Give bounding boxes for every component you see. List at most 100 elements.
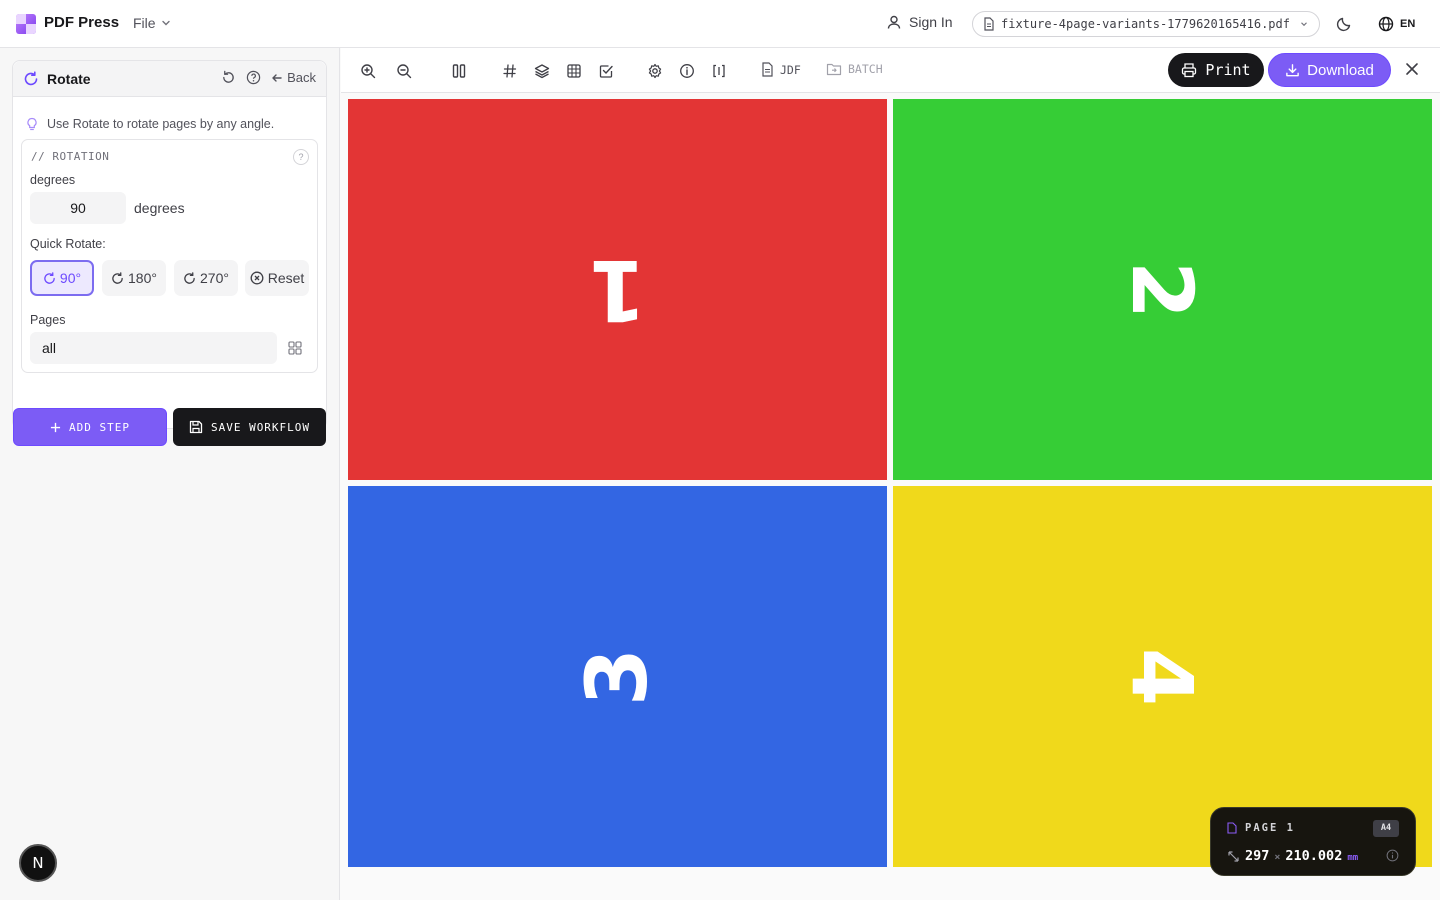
rotate-cw-icon — [184, 271, 195, 284]
page-number: 2 — [1113, 260, 1212, 319]
file-menu[interactable]: File — [133, 15, 172, 31]
quick-rotate-label: 90° — [59, 270, 82, 286]
print-button[interactable]: Print — [1168, 53, 1264, 87]
app-name: PDF Press — [44, 14, 120, 31]
degrees-input[interactable] — [30, 192, 126, 224]
dev-indicator-badge[interactable]: N — [19, 844, 57, 882]
hash-icon[interactable] — [501, 62, 519, 80]
columns-view-icon[interactable] — [450, 62, 468, 80]
rotate-cw-icon — [112, 271, 123, 284]
close-icon[interactable] — [1405, 62, 1419, 76]
page-number: 3 — [568, 647, 667, 706]
rotate-icon — [24, 71, 38, 86]
globe-icon — [1378, 16, 1394, 32]
page-info-chip: PAGE 1 A4 297 × 210.002 mm — [1210, 807, 1416, 876]
file-selector[interactable]: fixture-4page-variants-1779620165416.pdf — [972, 11, 1320, 37]
tool-sidebar: Rotate Back Use Rotate to rotate pages b… — [0, 48, 340, 900]
zoom-out-icon[interactable] — [395, 62, 413, 80]
viewer-toolbar: JDF BATCH Print Download — [341, 48, 1440, 93]
jdf-button[interactable]: JDF — [761, 62, 801, 77]
quick-rotate-label: Quick Rotate: — [30, 237, 106, 251]
panel-title: Rotate — [47, 71, 91, 87]
undo-icon[interactable] — [221, 70, 236, 85]
download-button[interactable]: Download — [1268, 53, 1391, 87]
file-menu-label: File — [133, 15, 156, 31]
checkbox-icon[interactable] — [597, 62, 615, 80]
quick-rotate-90-button[interactable]: 90° — [30, 260, 94, 296]
user-icon — [887, 15, 901, 29]
file-name: fixture-4page-variants-1779620165416.pdf — [1001, 17, 1290, 31]
quick-rotate-label: 180° — [128, 270, 157, 286]
language-selector[interactable]: EN — [1378, 16, 1415, 32]
rotation-section: // ROTATION ? degrees degrees Quick Rota… — [21, 139, 318, 373]
folder-icon — [826, 63, 842, 76]
brackets-icon[interactable] — [710, 62, 728, 80]
jdf-label: JDF — [780, 62, 801, 77]
page-number: 1 — [588, 240, 647, 339]
print-label: Print — [1205, 61, 1251, 79]
page-info-label: PAGE 1 — [1245, 822, 1295, 834]
add-step-label: ADD STEP — [69, 420, 130, 434]
settings-gear-icon[interactable] — [646, 62, 664, 80]
help-icon[interactable] — [246, 70, 261, 85]
rotate-cw-icon — [44, 271, 55, 284]
plus-icon — [50, 422, 61, 432]
x-circle-icon — [250, 271, 264, 285]
batch-button[interactable]: BATCH — [826, 62, 883, 76]
page-width: 297 — [1245, 848, 1270, 864]
page-height: 210.002 — [1285, 848, 1343, 864]
back-button[interactable]: Back — [271, 70, 316, 85]
language-label: EN — [1400, 18, 1416, 30]
page-thumbnail[interactable]: 3 — [348, 486, 887, 867]
info-circle-icon[interactable] — [1386, 849, 1399, 862]
download-icon — [1286, 63, 1299, 76]
section-title: // ROTATION — [31, 150, 110, 163]
page-unit: mm — [1347, 853, 1359, 863]
pages-input[interactable] — [30, 332, 277, 364]
save-workflow-label: SAVE WORKFLOW — [210, 420, 311, 434]
page-grid-icon[interactable] — [288, 341, 302, 355]
top-bar: PDF Press File Sign In fixture-4page-var… — [0, 0, 1440, 48]
back-label: Back — [287, 70, 316, 85]
add-step-button[interactable]: ADD STEP — [13, 408, 167, 446]
page-thumbnail[interactable]: 2 — [893, 99, 1432, 480]
quick-rotate-180-button[interactable]: 180° — [102, 260, 166, 296]
rotate-panel: Rotate Back Use Rotate to rotate pages b… — [12, 60, 327, 429]
document-icon — [762, 62, 773, 77]
pages-label: Pages — [30, 313, 66, 327]
page-number: 4 — [1113, 647, 1212, 706]
save-icon — [189, 420, 203, 434]
file-icon — [984, 17, 994, 31]
sign-in-button[interactable]: Sign In — [886, 14, 953, 30]
table-icon[interactable] — [565, 62, 583, 80]
save-workflow-button[interactable]: SAVE WORKFLOW — [173, 408, 326, 446]
sign-in-label: Sign In — [909, 14, 953, 30]
section-help-icon[interactable]: ? — [293, 149, 309, 165]
degrees-label: degrees — [30, 173, 76, 187]
page-dimensions: 297 × 210.002 mm — [1227, 848, 1358, 864]
panel-header: Rotate Back — [13, 61, 326, 97]
printer-icon — [1182, 63, 1197, 78]
chevron-down-icon — [1301, 22, 1307, 27]
page-icon — [1227, 822, 1237, 834]
panel-header-actions: Back — [221, 70, 316, 85]
chevron-down-icon — [161, 20, 170, 26]
degrees-unit: degrees — [134, 200, 185, 216]
page-thumbnail[interactable]: 1 — [348, 99, 887, 480]
quick-rotate-label: 270° — [200, 270, 229, 286]
lightbulb-icon — [27, 117, 37, 131]
quick-rotate-270-button[interactable]: 270° — [174, 260, 238, 296]
quick-rotate-label: Reset — [267, 270, 305, 286]
download-label: Download — [1307, 61, 1374, 79]
layers-icon[interactable] — [533, 62, 551, 80]
batch-label: BATCH — [848, 62, 883, 76]
quick-rotate-reset-button[interactable]: Reset — [245, 260, 309, 296]
page-info-header: PAGE 1 — [1227, 822, 1295, 834]
arrow-left-icon — [272, 73, 282, 82]
tool-tip: Use Rotate to rotate pages by any angle. — [25, 117, 274, 131]
resize-diagonal-icon — [1228, 850, 1239, 862]
theme-toggle-moon-icon[interactable] — [1336, 16, 1352, 32]
page-size-badge: A4 — [1373, 820, 1399, 837]
info-icon[interactable] — [678, 62, 696, 80]
zoom-in-icon[interactable] — [359, 62, 377, 80]
